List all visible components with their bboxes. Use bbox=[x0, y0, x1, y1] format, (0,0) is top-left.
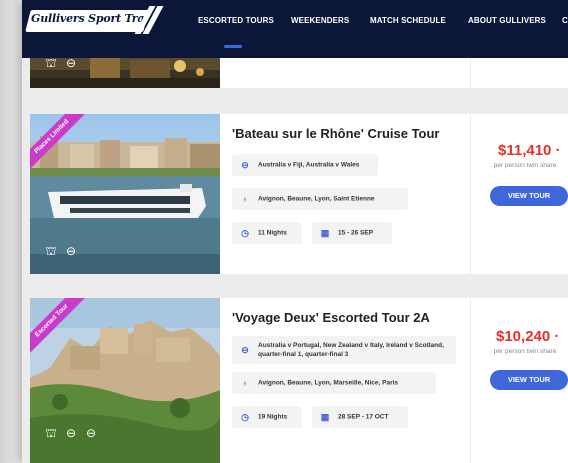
price-separator: · bbox=[555, 142, 561, 159]
stadium-icon: ⛫ bbox=[45, 56, 57, 70]
nav-overflow-item[interactable]: C bbox=[562, 16, 568, 25]
tour-matches: Australia v Fiji, Australia v Wales bbox=[258, 161, 360, 169]
rugby-ball-icon: ⊖ bbox=[241, 160, 249, 170]
nav-escorted-tours[interactable]: ESCORTED TOURS bbox=[198, 16, 274, 25]
cities-chip: ♁ Avignon, Beaune, Lyon, Saint Etienne bbox=[232, 188, 408, 210]
matches-chip: ⊖ Australia v Fiji, Australia v Wales bbox=[232, 154, 378, 176]
location-pin-icon: ♁ bbox=[241, 194, 249, 204]
page: ⛫ ⊖ Gullivers Sport Travel ESCORTED TOUR… bbox=[22, 0, 568, 463]
view-tour-button[interactable]: VIEW TOUR bbox=[490, 186, 568, 206]
rugby-ball-icon: ⊖ bbox=[85, 426, 97, 440]
nav-match-schedule[interactable]: MATCH SCHEDULE bbox=[370, 16, 446, 25]
tour-image[interactable]: Places Limited ⛫ ⊖ bbox=[30, 114, 220, 274]
nav-about-gullivers[interactable]: ABOUT GULLIVERS bbox=[468, 16, 546, 25]
tour-price: $11,410 · bbox=[498, 142, 561, 159]
rugby-ball-icon: ⊖ bbox=[65, 426, 77, 440]
top-nav: Gullivers Sport Travel ESCORTED TOURS WE… bbox=[22, 0, 568, 58]
price-note: per person twin share bbox=[493, 162, 557, 169]
tour-title[interactable]: 'Bateau sur le Rhône' Cruise Tour bbox=[232, 126, 439, 141]
clock-icon: ◷ bbox=[241, 228, 249, 238]
clock-icon: ◷ bbox=[241, 412, 249, 422]
nav-active-indicator bbox=[224, 45, 242, 48]
left-edge-panel bbox=[0, 0, 24, 463]
dates-chip: ▦ 28 SEP - 17 OCT bbox=[312, 406, 408, 428]
nav-weekenders[interactable]: WEEKENDERS bbox=[291, 16, 349, 25]
price-separator: · bbox=[554, 328, 560, 345]
tour-nights: 11 Nights bbox=[258, 229, 287, 237]
rugby-ball-icon: ⊖ bbox=[65, 244, 77, 258]
matches-chip: ⊖ Australia v Portugal, New Zealand v It… bbox=[232, 336, 456, 364]
stadium-icon: ⛫ bbox=[45, 244, 57, 258]
tour-image[interactable]: Escorted Tour ⛫ ⊖ ⊖ bbox=[30, 298, 220, 463]
tour-cities: Avignon, Beaune, Lyon, Marseille, Nice, … bbox=[258, 379, 399, 387]
nights-chip: ◷ 19 Nights bbox=[232, 406, 302, 428]
location-pin-icon: ♁ bbox=[241, 378, 249, 388]
view-tour-button[interactable]: VIEW TOUR bbox=[490, 370, 568, 390]
cities-chip: ♁ Avignon, Beaune, Lyon, Marseille, Nice… bbox=[232, 372, 436, 394]
tour-price: $10,240 · bbox=[496, 328, 560, 345]
tour-dates: 28 SEP - 17 OCT bbox=[338, 413, 389, 421]
nights-chip: ◷ 11 Nights bbox=[232, 222, 302, 244]
tour-card[interactable]: Places Limited ⛫ ⊖ 'Bateau sur le Rhône'… bbox=[30, 114, 568, 274]
tour-dates: 15 - 26 SEP bbox=[338, 229, 374, 237]
rugby-ball-icon: ⊖ bbox=[241, 345, 249, 355]
stadium-icon: ⛫ bbox=[45, 426, 57, 440]
tour-card[interactable]: Escorted Tour ⛫ ⊖ ⊖ 'Voyage Deux' Escort… bbox=[30, 298, 568, 463]
calendar-icon: ▦ bbox=[320, 228, 330, 238]
price-note: per person twin share bbox=[493, 348, 557, 355]
dates-chip: ▦ 15 - 26 SEP bbox=[312, 222, 392, 244]
tour-nights: 19 Nights bbox=[258, 413, 288, 421]
calendar-icon: ▦ bbox=[320, 412, 330, 422]
tour-matches: Australia v Portugal, New Zealand v Ital… bbox=[258, 342, 444, 358]
rugby-ball-icon: ⊖ bbox=[65, 56, 77, 70]
tour-title[interactable]: 'Voyage Deux' Escorted Tour 2A bbox=[232, 310, 430, 325]
tour-cities: Avignon, Beaune, Lyon, Saint Etienne bbox=[258, 195, 375, 203]
